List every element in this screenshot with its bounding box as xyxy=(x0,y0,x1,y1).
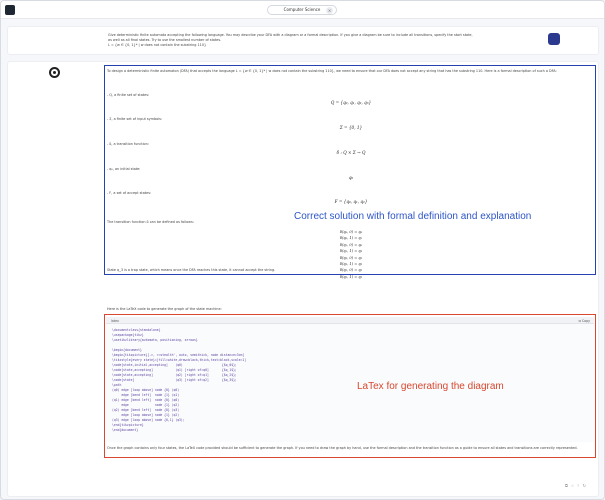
initial-state-math: q₀ xyxy=(348,175,354,180)
code-line: \begin{document} xyxy=(112,348,142,352)
code-line: \tikzstyle{every state}=[fill=white,draw… xyxy=(112,358,247,362)
copy-icon[interactable]: ⧉ xyxy=(565,483,568,488)
code-line: edge [loop above] node {1} (q2) xyxy=(112,413,180,417)
thumbs-up-icon[interactable]: ☝ xyxy=(571,483,573,488)
code-line: (q1) edge [bend left] node {0} (q0) xyxy=(112,398,180,402)
close-icon[interactable]: × xyxy=(326,6,333,14)
user-prompt-text: Give deterministic finite automata accep… xyxy=(108,33,528,49)
transition-fn-math: δ : Q × Σ → Q xyxy=(336,150,366,155)
code-block-header: latex ⧉ Copy xyxy=(106,317,594,324)
app-window: logo Computer Science × Give determinist… xyxy=(0,0,605,500)
top-bar: logo Computer Science × xyxy=(1,1,604,19)
trap-state-note: State q_3 is a trap state, which means o… xyxy=(107,268,276,272)
closing-line-2: represented. xyxy=(556,446,578,450)
topic-label: Computer Science xyxy=(283,7,321,12)
thumbs-down-icon[interactable]: ☟ xyxy=(577,483,579,488)
code-line: \node[state,initial,accepting] (q0) {$q_… xyxy=(112,363,237,367)
code-line: edge node {1} (q2) xyxy=(112,403,180,407)
code-line: \documentclass{standalone} xyxy=(112,328,161,332)
closing-text: Once the graph contains only four states… xyxy=(107,446,593,451)
code-line: \end{document} xyxy=(112,428,139,432)
code-line: \begin{tikzpicture}[->, >=stealth', auto… xyxy=(112,353,245,357)
code-line: (q0) edge [loop above] node {0} (q0) xyxy=(112,388,180,392)
topic-pill[interactable]: Computer Science × xyxy=(267,5,337,15)
user-avatar: ML xyxy=(548,33,560,45)
code-language: latex xyxy=(111,318,119,323)
transition-table: δ(q₀, 0) = q₀ δ(q₀, 1) = q₁ δ(q₁, 0) = q… xyxy=(321,229,381,280)
annotation-solution: Correct solution with formal definition … xyxy=(294,211,532,222)
code-line: \usepackage{tikz} xyxy=(112,333,144,337)
states-label: - Q, a finite set of states: xyxy=(107,93,150,97)
closing-line-1: Once the graph contains only four states… xyxy=(107,446,555,450)
user-prompt-card: Give deterministic finite automata accep… xyxy=(7,26,599,55)
refresh-icon[interactable]: ↻ xyxy=(583,483,586,488)
alphabet-label: - Σ, a finite set of input symbols: xyxy=(107,117,163,121)
transition-intro: The transition function δ can be defined… xyxy=(107,220,194,224)
code-line: \end{tikzpicture} xyxy=(112,423,144,427)
code-line: \node[state,accepting] (q2) [right of=q1… xyxy=(112,373,237,377)
transition-row: δ(q₃, 1) = q₃ xyxy=(339,274,363,279)
states-math: Q = {q₀, q₁, q₂, q₃} xyxy=(330,100,372,105)
annotation-latex: LaTex for generating the diagram xyxy=(357,381,504,392)
assistant-logo-icon xyxy=(49,67,60,78)
accept-states-math: F = {q₀, q₁, q₂} xyxy=(334,199,368,204)
transition-fn-label: - δ, a transition function: xyxy=(107,142,149,146)
response-actions: ⧉ ☝ ☟ ↻ xyxy=(565,483,588,488)
code-line: edge [bend left] node {1} (q1) xyxy=(112,393,180,397)
code-line: \node[state] (q3) [right of=q2] {$q_3$}; xyxy=(112,378,237,382)
response-intro: To design a deterministic finite automat… xyxy=(107,69,557,73)
code-line: (q2) edge [bend left] node {0} (q3) xyxy=(112,408,180,412)
latex-intro: Here is the LaTeX code to generate the g… xyxy=(107,307,222,311)
prompt-line-3: L = {w ∈ {0, 1}* | w does not contain th… xyxy=(108,43,207,48)
copy-code-button[interactable]: ⧉ Copy xyxy=(579,319,590,323)
accept-states-label: - F, a set of accept states: xyxy=(107,191,152,195)
initial-state-label: - q₀, an initial state: xyxy=(107,167,141,171)
code-line: \path xyxy=(112,383,122,387)
code-line: \node[state,accepting] (q1) [right of=q0… xyxy=(112,368,237,372)
code-line: \usetikzlibrary{automata, positioning, a… xyxy=(112,338,198,342)
alphabet-math: Σ = {0, 1} xyxy=(339,125,363,130)
app-logo-icon: logo xyxy=(5,5,15,15)
code-line: (q3) edge [loop above] node {0,1} (q3); xyxy=(112,418,185,422)
